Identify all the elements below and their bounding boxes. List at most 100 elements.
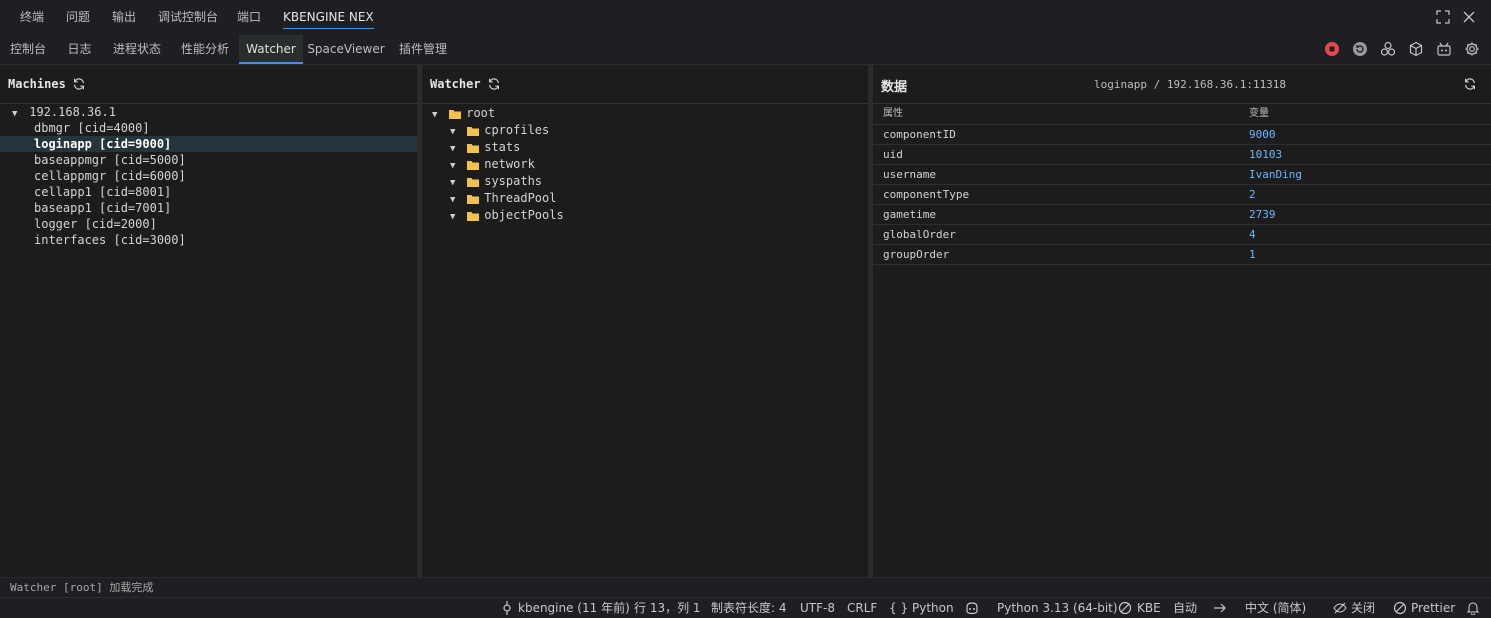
status-auto[interactable]: 自动: [1173, 598, 1197, 618]
column-value: 变量: [1249, 108, 1269, 119]
row-key: username: [883, 168, 936, 181]
chevron-down-icon: ▼: [450, 195, 456, 205]
chevron-down-icon: ▼: [450, 161, 456, 171]
tab-log[interactable]: 日志: [57, 35, 102, 63]
watcher-title: Watcher: [430, 77, 481, 91]
restart-icon[interactable]: [1352, 41, 1368, 57]
status-locale[interactable]: 中文 (简体): [1245, 598, 1306, 618]
status-interpreter[interactable]: Python 3.13 (64-bit): [997, 598, 1118, 618]
machine-item-baseapp1[interactable]: baseapp1 [cid=7001]: [0, 200, 417, 216]
watcher-node-label: cprofiles: [484, 123, 550, 137]
table-row[interactable]: gametime 2739: [873, 205, 1491, 225]
cube-icon[interactable]: [1408, 41, 1424, 57]
row-value: 1: [1249, 248, 1256, 261]
chevron-down-icon: ▼: [432, 110, 438, 120]
kbengine-tab-bar: 控制台 日志 进程状态 性能分析 Watcher SpaceViewer 插件管…: [0, 35, 1491, 65]
watcher-node-objectpools[interactable]: ▼ objectPools: [422, 207, 868, 224]
row-key: groupOrder: [883, 248, 950, 261]
panel-tab-debug-console[interactable]: 调试控制台: [158, 0, 218, 35]
panel-tab-output[interactable]: 输出: [112, 0, 136, 35]
status-git[interactable]: kbengine (11 年前): [518, 598, 630, 618]
machine-item-cellapp1[interactable]: cellapp1 [cid=8001]: [0, 184, 417, 200]
status-position[interactable]: 行 13，列 1: [634, 598, 701, 618]
stop-icon[interactable]: [1324, 41, 1340, 57]
table-row[interactable]: uid 10103: [873, 145, 1491, 165]
data-title: 数据: [881, 80, 908, 95]
tab-plugin-manager[interactable]: 插件管理: [389, 35, 457, 63]
machine-item-baseappmgr[interactable]: baseappmgr [cid=5000]: [0, 152, 417, 168]
folder-icon: [467, 160, 480, 170]
no-entry-icon: [1393, 601, 1407, 615]
machine-item-logger[interactable]: logger [cid=2000]: [0, 216, 417, 232]
watcher-node-stats[interactable]: ▼ stats: [422, 139, 868, 156]
table-row[interactable]: username IvanDing: [873, 165, 1491, 185]
copilot-icon[interactable]: [965, 601, 979, 615]
row-value: 2739: [1249, 208, 1276, 221]
watcher-node-root[interactable]: ▼ root: [422, 105, 868, 122]
status-eol[interactable]: CRLF: [847, 598, 877, 618]
tab-console[interactable]: 控制台: [0, 35, 56, 63]
watcher-node-label: syspaths: [484, 174, 543, 188]
output-message: Watcher [root] 加载完成: [0, 577, 1491, 597]
panel-tab-terminal[interactable]: 终端: [20, 0, 44, 35]
robot-icon[interactable]: [1436, 41, 1452, 57]
watcher-pane: Watcher ▼ root ▼ cprofiles ▼ stats ▼ net…: [422, 65, 868, 577]
panel-tab-bar: 终端 问题 输出 调试控制台 端口 KBENGINE NEX: [0, 0, 1491, 35]
watcher-node-cprofiles[interactable]: ▼ cprofiles: [422, 122, 868, 139]
row-value: 9000: [1249, 128, 1276, 141]
machines-pane: Machines ▼ 192.168.36.1 dbmgr [cid=4000]…: [0, 65, 417, 577]
cluster-icon[interactable]: [1380, 41, 1396, 57]
status-language[interactable]: Python: [912, 598, 954, 618]
panel-tab-kbengine[interactable]: KBENGINE NEX: [283, 0, 374, 35]
table-row[interactable]: componentType 2: [873, 185, 1491, 205]
watcher-node-label: root: [466, 106, 496, 120]
panel-tab-ports[interactable]: 端口: [237, 0, 261, 35]
machine-item-loginapp[interactable]: loginapp [cid=9000]: [0, 136, 417, 152]
column-property: 属性: [883, 108, 903, 119]
table-row[interactable]: globalOrder 4: [873, 225, 1491, 245]
status-kbe[interactable]: KBE: [1137, 598, 1161, 618]
machine-item-dbmgr[interactable]: dbmgr [cid=4000]: [0, 120, 417, 136]
tab-spaceviewer[interactable]: SpaceViewer: [304, 35, 388, 63]
watcher-node-label: ThreadPool: [484, 191, 557, 205]
refresh-icon[interactable]: [487, 77, 501, 91]
data-table-header: 属性 变量: [873, 104, 1491, 125]
close-icon[interactable]: [1461, 9, 1477, 25]
watcher-header: Watcher: [422, 65, 868, 104]
data-header: 数据 loginapp / 192.168.36.1:11318: [873, 65, 1491, 104]
bell-icon[interactable]: [1466, 601, 1480, 615]
tab-profiling[interactable]: 性能分析: [172, 35, 238, 63]
machine-item-interfaces[interactable]: interfaces [cid=3000]: [0, 232, 417, 248]
no-entry-icon: [1118, 601, 1132, 615]
host-node[interactable]: ▼ 192.168.36.1: [0, 104, 417, 120]
machine-item-cellappmgr[interactable]: cellappmgr [cid=6000]: [0, 168, 417, 184]
table-row[interactable]: componentID 9000: [873, 125, 1491, 145]
status-prettier[interactable]: Prettier: [1411, 598, 1455, 618]
tab-process-status[interactable]: 进程状态: [103, 35, 171, 63]
folder-icon: [449, 109, 462, 119]
folder-icon: [467, 126, 480, 136]
panel-tab-problems[interactable]: 问题: [66, 0, 90, 35]
row-key: gametime: [883, 208, 936, 221]
chevron-down-icon: ▼: [450, 212, 456, 222]
watcher-node-label: network: [484, 157, 535, 171]
tab-watcher[interactable]: Watcher: [239, 35, 303, 64]
maximize-icon[interactable]: [1435, 9, 1451, 25]
watcher-node-threadpool[interactable]: ▼ ThreadPool: [422, 190, 868, 207]
data-pane: 数据 loginapp / 192.168.36.1:11318 属性 变量 c…: [873, 65, 1491, 577]
status-close[interactable]: 关闭: [1351, 598, 1375, 618]
arrow-right-icon: [1214, 603, 1226, 613]
watcher-node-syspaths[interactable]: ▼ syspaths: [422, 173, 868, 190]
refresh-icon[interactable]: [72, 77, 86, 91]
chevron-down-icon: ▼: [450, 127, 456, 137]
gear-icon[interactable]: [1464, 41, 1480, 57]
status-tab-size[interactable]: 制表符长度: 4: [711, 598, 787, 618]
table-row[interactable]: groupOrder 1: [873, 245, 1491, 265]
status-encoding[interactable]: UTF-8: [800, 598, 835, 618]
folder-icon: [467, 143, 480, 153]
refresh-icon[interactable]: [1463, 77, 1477, 91]
watcher-node-network[interactable]: ▼ network: [422, 156, 868, 173]
row-key: uid: [883, 148, 903, 161]
row-key: componentType: [883, 188, 970, 201]
row-value: IvanDing: [1249, 168, 1302, 181]
